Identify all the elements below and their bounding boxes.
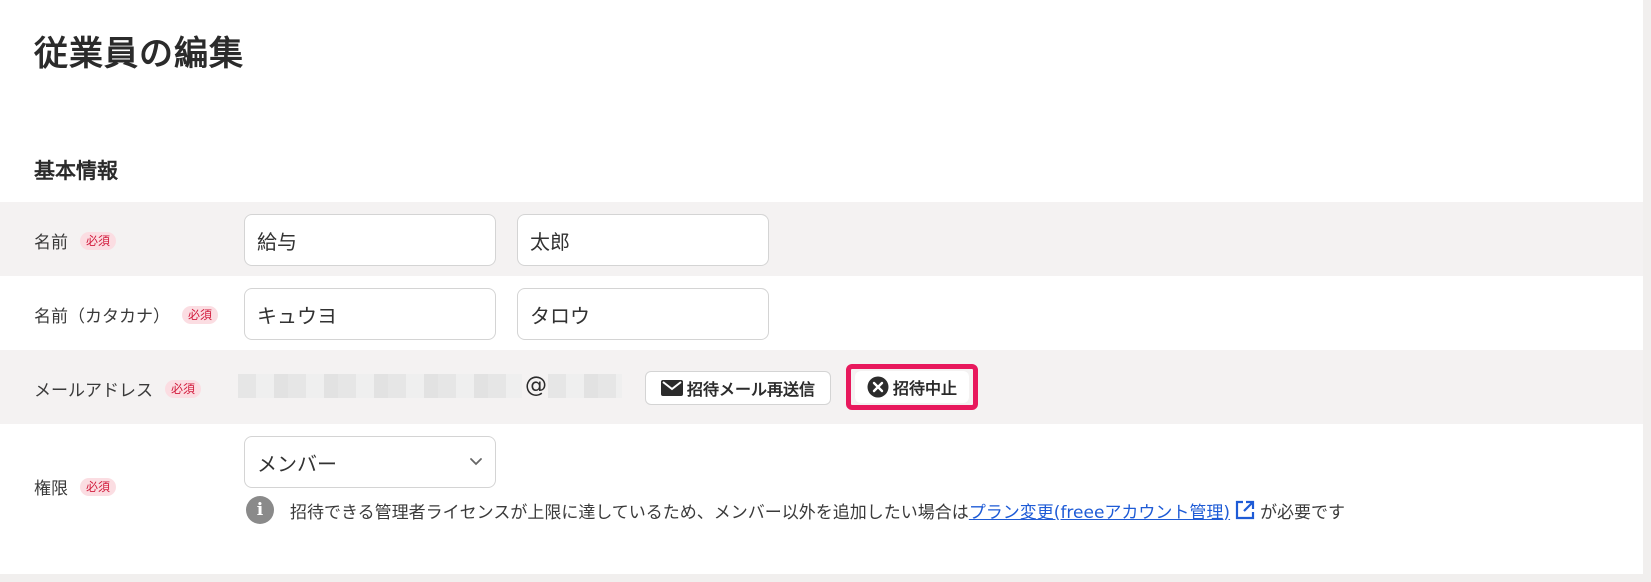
plan-change-link[interactable]: プラン変更(freeeアカウント管理): [969, 498, 1230, 523]
resend-invite-button[interactable]: 招待メール再送信: [645, 371, 831, 405]
email-label-text: メールアドレス: [34, 381, 153, 401]
page-title: 従業員の編集: [34, 34, 244, 74]
kana-label-text: 名前（カタカナ）: [34, 307, 170, 327]
name-label: 名前 必須: [34, 228, 117, 253]
role-selected-value: メンバー: [257, 451, 337, 476]
cancel-invite-label: 招待中止: [892, 381, 957, 398]
notice-text-before: 招待できる管理者ライセンスが上限に達しているため、メンバー以外を追加したい場合は: [290, 502, 969, 523]
resend-invite-label: 招待メール再送信: [686, 382, 815, 399]
email-at-sign: @: [525, 373, 547, 398]
last-name-input[interactable]: [244, 214, 496, 266]
first-name-input[interactable]: [517, 214, 769, 266]
required-badge: 必須: [80, 231, 117, 250]
name-label-text: 名前: [34, 233, 68, 253]
employee-edit-page: 従業員の編集 基本情報 名前 必須 名前（カタカナ） 必須 メールアドレス 必須…: [0, 0, 1651, 582]
email-row: メールアドレス 必須 @ 招待メール再送信 招待中止: [0, 350, 1643, 424]
email-domain-redacted: [548, 374, 622, 398]
required-badge: 必須: [165, 379, 202, 398]
email-local-part-redacted: [238, 374, 522, 398]
close-circle-icon: [867, 376, 889, 398]
kana-row: 名前（カタカナ） 必須: [0, 276, 1643, 350]
cancel-invite-button[interactable]: 招待中止: [855, 371, 969, 403]
bottom-divider: [0, 574, 1651, 582]
name-row: 名前 必須: [0, 202, 1643, 276]
email-label: メールアドレス 必須: [34, 376, 202, 401]
required-badge: 必須: [80, 477, 117, 496]
info-icon: i: [246, 496, 274, 524]
license-limit-notice: i 招待できる管理者ライセンスが上限に達しているため、メンバー以外を追加したい場…: [246, 496, 1345, 524]
scroll-edge: [1643, 0, 1651, 582]
role-select[interactable]: メンバー: [244, 436, 496, 488]
external-link-icon[interactable]: [1234, 499, 1256, 521]
required-badge: 必須: [182, 305, 219, 324]
chevron-down-icon: [470, 458, 482, 466]
role-label: 権限 必須: [34, 474, 117, 499]
section-title: 基本情報: [34, 159, 118, 183]
first-name-kana-input[interactable]: [517, 288, 769, 340]
mail-icon: [660, 380, 683, 396]
kana-label: 名前（カタカナ） 必須: [34, 302, 219, 327]
role-label-text: 権限: [34, 479, 68, 499]
notice-text-after: が必要です: [1260, 502, 1346, 523]
last-name-kana-input[interactable]: [244, 288, 496, 340]
